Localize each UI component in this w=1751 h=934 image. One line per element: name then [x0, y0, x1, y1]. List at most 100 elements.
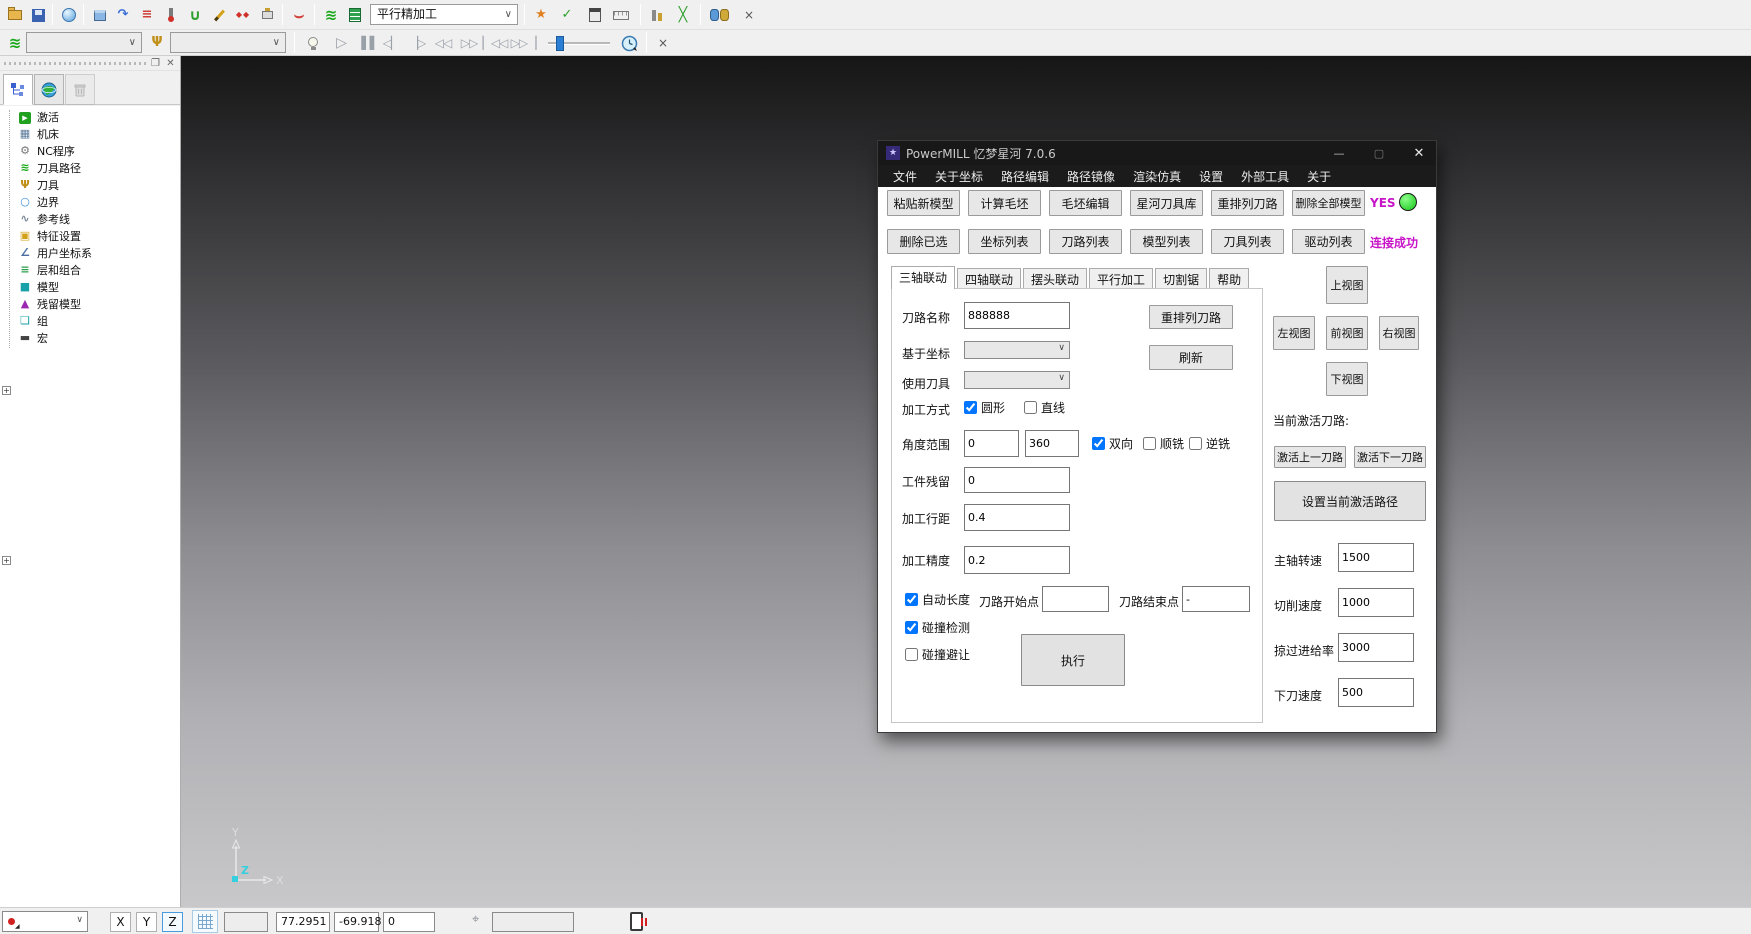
strategy-list-icon[interactable] [344, 4, 366, 26]
plunge-feed-input[interactable] [1338, 678, 1414, 707]
refresh-button[interactable]: 刷新 [1149, 345, 1233, 370]
set-active-path-button[interactable]: 设置当前激活路径 [1274, 481, 1426, 521]
tree-item-patterns[interactable]: ∿ 参考线 [0, 210, 180, 227]
go-end-icon[interactable]: ▷▷▕ [512, 32, 534, 54]
path-end-input[interactable] [1182, 586, 1250, 612]
panel-grip[interactable]: ❐ ✕ [0, 56, 180, 71]
speed-slider-handle[interactable] [556, 36, 564, 51]
step-forward-icon[interactable]: ▕▷ [406, 32, 428, 54]
line-checkbox-input[interactable] [1024, 401, 1037, 414]
rearrange-button[interactable]: 重排列刀路 [1149, 305, 1233, 329]
grid-toggle-button[interactable] [192, 910, 218, 933]
tree-item-workplanes[interactable]: + ∠ 用户坐标系 [0, 244, 180, 261]
tool-pair-icon[interactable] [646, 4, 668, 26]
tab-recycle[interactable] [65, 74, 95, 105]
menu-about[interactable]: 关于 [1298, 168, 1340, 185]
axis-y-button[interactable]: Y [136, 912, 157, 932]
tree-item-boundaries[interactable]: ○ 边界 [0, 193, 180, 210]
toolpath-icon[interactable]: ≋ [320, 4, 342, 26]
clock-icon[interactable] [618, 32, 640, 54]
close-toolbar-icon[interactable]: × [738, 4, 760, 26]
go-start-icon[interactable]: ▏◁◁ [484, 32, 506, 54]
menu-path-edit[interactable]: 路径编辑 [992, 168, 1058, 185]
bottom-view-button[interactable]: 下视图 [1326, 362, 1368, 396]
tree-item-levels[interactable]: ≡ 层和组合 [0, 261, 180, 278]
draw-tool-icon[interactable] [208, 4, 230, 26]
points-icon[interactable]: ◆◆ [232, 4, 254, 26]
tab-explorer[interactable] [3, 74, 33, 105]
pause-icon[interactable]: ▐▐ [354, 32, 376, 54]
tab-4axis[interactable]: 四轴联动 [957, 268, 1021, 289]
tree-item-activate[interactable]: ▶ 激活 [0, 108, 180, 125]
expand-icon[interactable]: + [2, 386, 11, 395]
ball-tool-icon[interactable] [160, 4, 182, 26]
fast-forward-icon[interactable]: ▷▷ [458, 32, 480, 54]
paste-new-model-button[interactable]: 粘贴新模型 [887, 190, 960, 216]
delete-selected-button[interactable]: 删除已选 [887, 229, 960, 254]
collision-check-checkbox[interactable]: 碰撞检测 [905, 619, 970, 636]
open-file-icon[interactable] [4, 4, 26, 26]
auto-length-checkbox[interactable]: 自动长度 [905, 591, 970, 608]
collision-checkbox-input[interactable] [905, 621, 918, 634]
tree-item-models[interactable]: ■ 模型 [0, 278, 180, 295]
speed-slider[interactable] [548, 42, 610, 45]
check-tool-icon[interactable]: ✓ [556, 4, 578, 26]
status-field-right[interactable] [492, 912, 574, 932]
cutting-feed-input[interactable] [1338, 588, 1414, 617]
menu-external-tools[interactable]: 外部工具 [1232, 168, 1298, 185]
stepover-input[interactable] [964, 504, 1070, 531]
circle-checkbox-input[interactable] [964, 401, 977, 414]
delete-all-models-button[interactable]: 删除全部模型 [1292, 190, 1365, 216]
tree-item-stock-models[interactable]: ▲ 残留模型 [0, 295, 180, 312]
tool-combobox[interactable]: ∨ [170, 32, 286, 53]
menu-path-mirror[interactable]: 路径镜像 [1058, 168, 1124, 185]
rewind-icon[interactable]: ◁◁ [432, 32, 454, 54]
chevron-down-icon[interactable]: ∨ [1058, 373, 1065, 383]
coord-x-display[interactable]: 77.2951 [276, 912, 330, 932]
status-field-left[interactable] [224, 912, 268, 932]
levels-icon[interactable]: ≡ [136, 4, 158, 26]
right-view-button[interactable]: 右视图 [1379, 316, 1419, 350]
activate-prev-toolpath-button[interactable]: 激活上一刀路 [1274, 446, 1346, 468]
toolpath-icon[interactable]: ≋ [4, 32, 26, 54]
tool-arc-icon[interactable]: ⌣ [288, 4, 310, 26]
tree-item-tools[interactable]: Ψ 刀具 [0, 176, 180, 193]
conventional-mill-checkbox[interactable]: 逆铣 [1189, 435, 1230, 452]
return-arrow-icon[interactable]: ↷ [112, 4, 134, 26]
tree-item-nc-program[interactable]: ⚙ NC程序 [0, 142, 180, 159]
chevron-down-icon[interactable]: ∨ [129, 33, 136, 52]
chevron-down-icon[interactable]: ∨ [76, 915, 83, 925]
tool-list-button[interactable]: 刀具列表 [1211, 229, 1284, 254]
tree-item-machine[interactable]: ▦ 机床 [0, 125, 180, 142]
toolpath-name-input[interactable] [964, 302, 1070, 329]
axis-z-button[interactable]: Z [162, 912, 183, 932]
autolen-checkbox-input[interactable] [905, 593, 918, 606]
tab-saw[interactable]: 切割锯 [1155, 268, 1207, 289]
close-panel-icon[interactable]: ✕ [164, 57, 177, 70]
float-panel-icon[interactable]: ❐ [149, 57, 162, 70]
tab-3axis[interactable]: 三轴联动 [891, 266, 955, 289]
activate-next-toolpath-button[interactable]: 激活下一刀路 [1354, 446, 1426, 468]
compute-stock-button[interactable]: 计算毛坯 [968, 190, 1041, 216]
mode-line-checkbox[interactable]: 直线 [1024, 399, 1065, 416]
menu-file[interactable]: 文件 [884, 168, 926, 185]
top-view-button[interactable]: 上视图 [1326, 266, 1368, 304]
menu-about-coords[interactable]: 关于坐标 [926, 168, 992, 185]
spindle-speed-input[interactable] [1338, 543, 1414, 572]
star-tool-icon[interactable]: ★ [530, 4, 552, 26]
coord-z-display[interactable]: 0 [383, 912, 435, 932]
stock-edit-button[interactable]: 毛坯编辑 [1049, 190, 1122, 216]
mode-circle-checkbox[interactable]: 圆形 [964, 399, 1005, 416]
skim-feed-input[interactable] [1338, 633, 1414, 662]
coord-y-display[interactable]: -69.918 [334, 912, 379, 932]
tab-help[interactable]: 帮助 [1209, 268, 1249, 289]
maximize-button[interactable]: ▢ [1372, 147, 1386, 160]
coord-list-button[interactable]: 坐标列表 [968, 229, 1041, 254]
chevron-down-icon[interactable]: ∨ [1058, 343, 1065, 353]
tree-item-groups[interactable]: ❏ 组 [0, 312, 180, 329]
angle-from-input[interactable] [964, 430, 1019, 457]
tree-item-toolpaths[interactable]: ≋ 刀具路径 [0, 159, 180, 176]
bidirectional-checkbox[interactable]: 双向 [1092, 435, 1133, 452]
tool-block-icon[interactable] [256, 4, 278, 26]
climb-checkbox-input[interactable] [1143, 437, 1156, 450]
